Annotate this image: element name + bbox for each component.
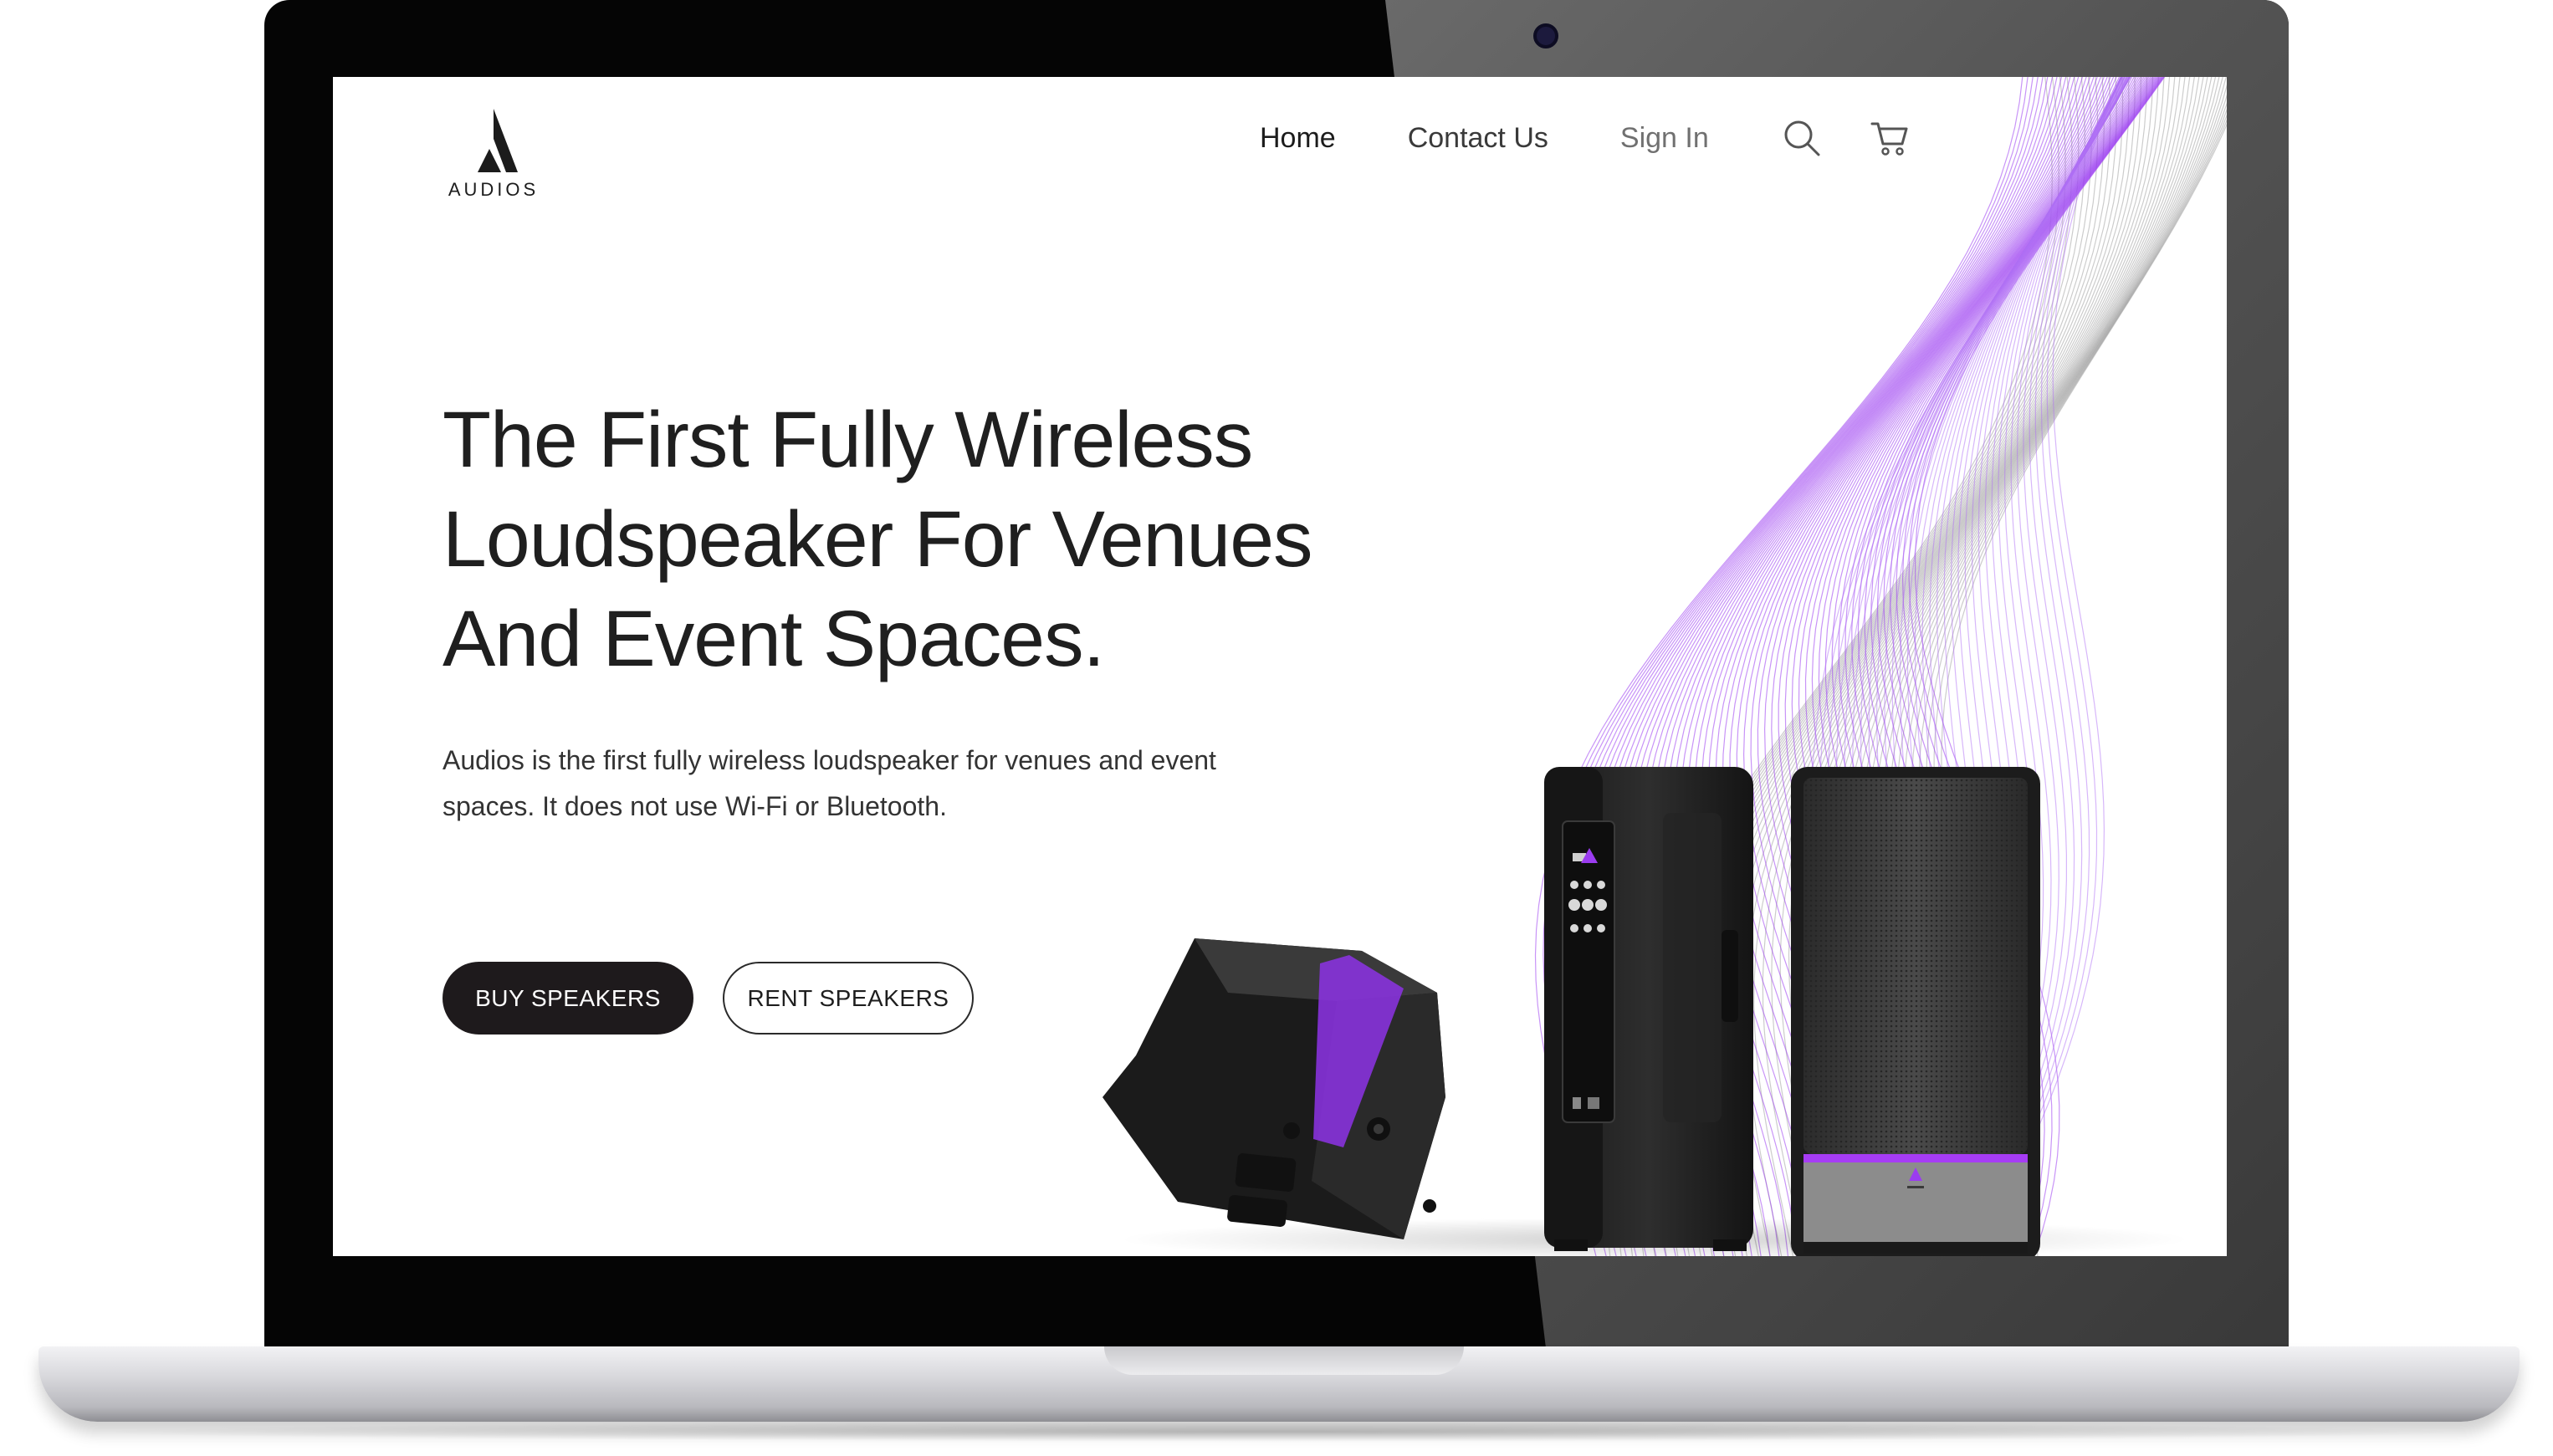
- wedge-speaker: [1103, 938, 1445, 1239]
- brand-logo[interactable]: AUDIOS: [448, 109, 540, 201]
- nav-contact-us[interactable]: Contact Us: [1408, 122, 1548, 155]
- buy-speakers-button[interactable]: BUY SPEAKERS: [443, 962, 693, 1035]
- audios-logo-icon: [478, 109, 518, 172]
- search-icon[interactable]: [1781, 117, 1823, 159]
- website-screen: AUDIOS Home Contact Us Sign In The First…: [333, 77, 2227, 1256]
- tall-speaker-back: [1544, 767, 1753, 1251]
- headline-line: Loudspeaker For Venues: [443, 495, 1313, 584]
- headline-line: And Event Spaces.: [443, 595, 1105, 683]
- logo-text: AUDIOS: [448, 179, 540, 200]
- nav-home[interactable]: Home: [1260, 122, 1336, 155]
- tall-speaker-front: [1791, 767, 2040, 1256]
- main-nav: Home Contact Us Sign In: [1260, 117, 1957, 159]
- laptop-notch: [1104, 1346, 1464, 1375]
- laptop-shadow: [92, 1422, 2468, 1442]
- hero-headline: The First Fully Wireless Loudspeaker For…: [443, 391, 1363, 689]
- nav-sign-in[interactable]: Sign In: [1620, 122, 1709, 155]
- headline-line: The First Fully Wireless: [443, 396, 1253, 484]
- speakers-product-image: [1103, 767, 2190, 1256]
- description-line: spaces. It does not use Wi-Fi or Bluetoo…: [443, 791, 947, 821]
- camera-icon: [1533, 23, 1558, 49]
- rent-speakers-button[interactable]: RENT SPEAKERS: [723, 962, 974, 1035]
- cart-icon[interactable]: [1869, 117, 1911, 159]
